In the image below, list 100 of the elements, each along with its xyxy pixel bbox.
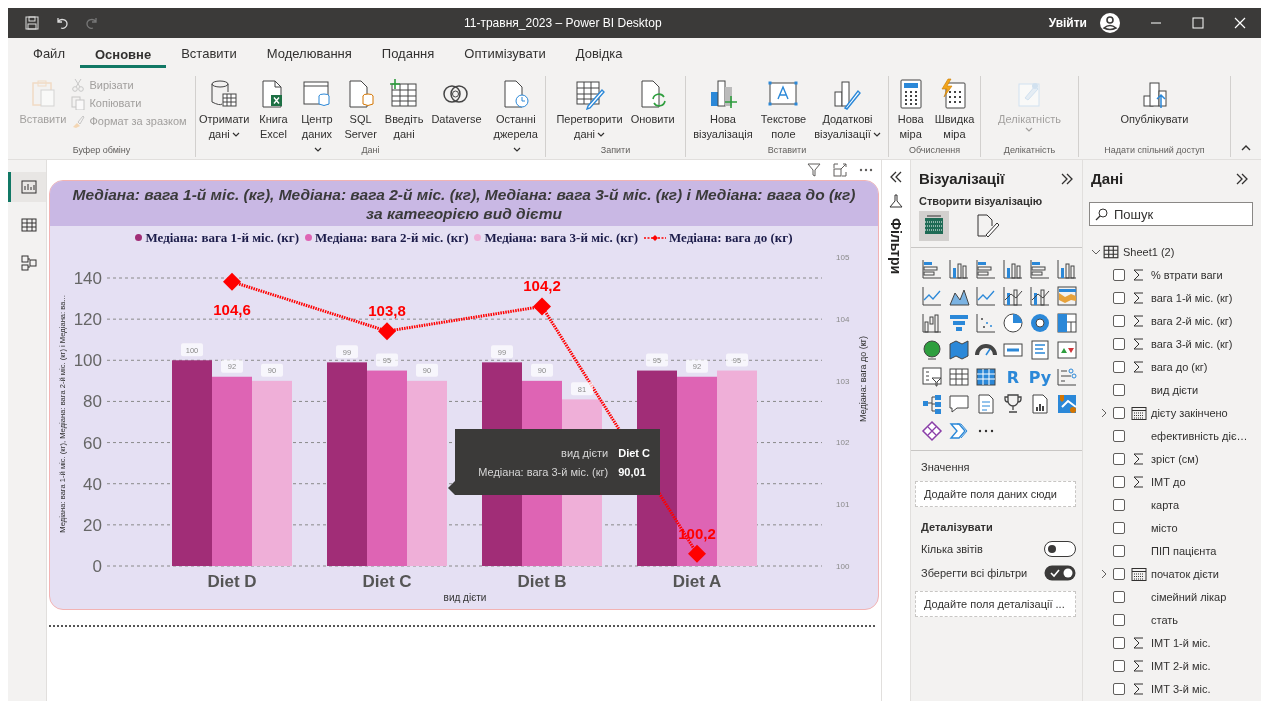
- field-name[interactable]: вага до (кг): [1151, 360, 1208, 373]
- ribbon-button[interactable]: Нова візуалізація: [690, 76, 756, 144]
- field-name[interactable]: ПІП пацієнта: [1151, 544, 1217, 557]
- pie-chart-button[interactable]: [1002, 312, 1024, 334]
- close-icon[interactable]: [1234, 17, 1246, 29]
- map-button[interactable]: [948, 339, 970, 361]
- checkbox[interactable]: [1113, 521, 1125, 534]
- ribbon-button[interactable]: Швидка міра: [931, 76, 978, 144]
- checkbox[interactable]: [1113, 659, 1125, 672]
- funnel-button[interactable]: [948, 312, 970, 334]
- field-name[interactable]: зріст (см): [1151, 452, 1199, 465]
- checkbox[interactable]: [1113, 429, 1125, 442]
- field-name[interactable]: сімейний лікар: [1151, 590, 1227, 603]
- ribbon-tab[interactable]: Основне: [79, 40, 167, 68]
- report-page-button[interactable]: [1029, 393, 1051, 415]
- checkbox[interactable]: [1113, 590, 1125, 603]
- ribbon-button[interactable]: Опублікувати: [1117, 76, 1192, 129]
- map-pin-button[interactable]: [1056, 393, 1078, 415]
- toggle-switch[interactable]: [1044, 541, 1076, 557]
- field-name[interactable]: ІМТ до: [1151, 475, 1186, 488]
- slicer-button[interactable]: [921, 366, 943, 388]
- line-chart-button[interactable]: [975, 285, 997, 307]
- expand-icon[interactable]: [889, 170, 903, 184]
- field-name[interactable]: ІМТ 2-й міс.: [1151, 659, 1211, 672]
- ribbon-button[interactable]: Центр даних: [294, 76, 340, 159]
- checkbox[interactable]: [1113, 498, 1125, 511]
- ribbon-button[interactable]: SQL Server: [341, 76, 380, 144]
- donut-chart-button[interactable]: [1029, 312, 1051, 334]
- checkbox[interactable]: [1113, 383, 1125, 396]
- drop-zone[interactable]: Додайте поля даних сюди: [915, 481, 1076, 507]
- filters-pane-label[interactable]: Фільтри: [888, 218, 904, 275]
- search-field[interactable]: Пошук: [1089, 202, 1253, 226]
- matrix-button[interactable]: [975, 366, 997, 388]
- line-chart-button[interactable]: [921, 285, 943, 307]
- ribbon-button[interactable]: Книга Excel: [254, 76, 293, 144]
- bar-chart-button[interactable]: [1029, 258, 1051, 280]
- ribbon-button[interactable]: Нова міра: [891, 76, 930, 144]
- bar-chart-button[interactable]: [921, 258, 943, 280]
- combo-chart-button[interactable]: [1029, 285, 1051, 307]
- field-name[interactable]: місто: [1151, 521, 1178, 534]
- undo-icon[interactable]: [54, 15, 70, 31]
- checkbox[interactable]: [1113, 406, 1125, 419]
- collapse-pane-icon[interactable]: [1235, 171, 1249, 186]
- focus-mode-icon[interactable]: [833, 163, 847, 177]
- ribbon-tab[interactable]: Вставити: [166, 40, 252, 68]
- save-icon[interactable]: [24, 15, 40, 31]
- waterfall-chart-button[interactable]: [921, 312, 943, 334]
- field-name[interactable]: % втрати ваги: [1151, 268, 1223, 281]
- kpi-button[interactable]: [1056, 339, 1078, 361]
- globe-button[interactable]: [921, 339, 943, 361]
- chevron-button[interactable]: [948, 420, 970, 442]
- column-chart-button[interactable]: [1056, 258, 1078, 280]
- checkbox[interactable]: [1113, 268, 1125, 281]
- field-name[interactable]: стать: [1151, 613, 1179, 626]
- column-chart-button[interactable]: [948, 258, 970, 280]
- checkbox[interactable]: [1113, 636, 1125, 649]
- table-button[interactable]: [948, 366, 970, 388]
- field-name[interactable]: початок дієти: [1151, 567, 1219, 580]
- table-name[interactable]: Sheet1 (2): [1123, 245, 1175, 258]
- field-name[interactable]: вага 1-й міс. (кг): [1151, 291, 1233, 304]
- maximize-icon[interactable]: [1192, 17, 1204, 29]
- field-name[interactable]: вага 3-й міс. (кг): [1151, 337, 1233, 350]
- sign-in-link[interactable]: Увійти: [1048, 16, 1087, 30]
- field-name[interactable]: дієту закінчено: [1151, 406, 1228, 419]
- checkbox[interactable]: [1113, 337, 1125, 350]
- column-chart-button[interactable]: [1002, 258, 1024, 280]
- checkbox[interactable]: [1113, 613, 1125, 626]
- ribbon-tab[interactable]: Моделювання: [251, 40, 367, 68]
- report-view-button[interactable]: [8, 172, 46, 202]
- field-name[interactable]: ІМТ 1-й міс.: [1151, 636, 1211, 649]
- trophy-button[interactable]: [1002, 393, 1024, 415]
- toggle-switch[interactable]: [1044, 565, 1076, 581]
- ribbon-tab[interactable]: Файл: [18, 40, 80, 68]
- checkbox[interactable]: [1113, 544, 1125, 557]
- treemap-button[interactable]: [1056, 312, 1078, 334]
- diamond-shape-button[interactable]: [921, 420, 943, 442]
- ribbon-tab[interactable]: Довідка: [560, 40, 638, 68]
- list-card-button[interactable]: [1029, 339, 1051, 361]
- speech-bubble-button[interactable]: [948, 393, 970, 415]
- ribbon-button[interactable]: Перетворити дані: [553, 76, 626, 144]
- checkbox[interactable]: [1113, 567, 1125, 580]
- ribbon-button[interactable]: Отримати дані: [196, 76, 253, 144]
- ribbon-button[interactable]: Текстове поле: [757, 76, 810, 144]
- checkbox[interactable]: [1113, 475, 1125, 488]
- ribbon-button[interactable]: Оновити: [627, 76, 678, 129]
- checkbox[interactable]: [1113, 314, 1125, 327]
- build-visual-tab[interactable]: [919, 211, 949, 241]
- checkbox[interactable]: [1113, 291, 1125, 304]
- field-name[interactable]: ефективність діє…: [1151, 429, 1248, 442]
- checkbox[interactable]: [1113, 682, 1125, 695]
- field-name[interactable]: ІМТ 3-й міс.: [1151, 682, 1211, 695]
- ribbon-tab[interactable]: Оптимізувати: [449, 40, 561, 68]
- field-name[interactable]: вага 2-й міс. (кг): [1151, 314, 1233, 327]
- ribbon-button[interactable]: Останні джерела: [486, 76, 545, 159]
- ribbon-button[interactable]: Введіть дані: [381, 76, 427, 144]
- bar-chart-button[interactable]: [975, 258, 997, 280]
- avatar-icon[interactable]: [1099, 12, 1121, 34]
- ribbon-tab[interactable]: Подання: [366, 40, 450, 68]
- document-button[interactable]: [975, 393, 997, 415]
- collapse-icon[interactable]: [1241, 144, 1251, 151]
